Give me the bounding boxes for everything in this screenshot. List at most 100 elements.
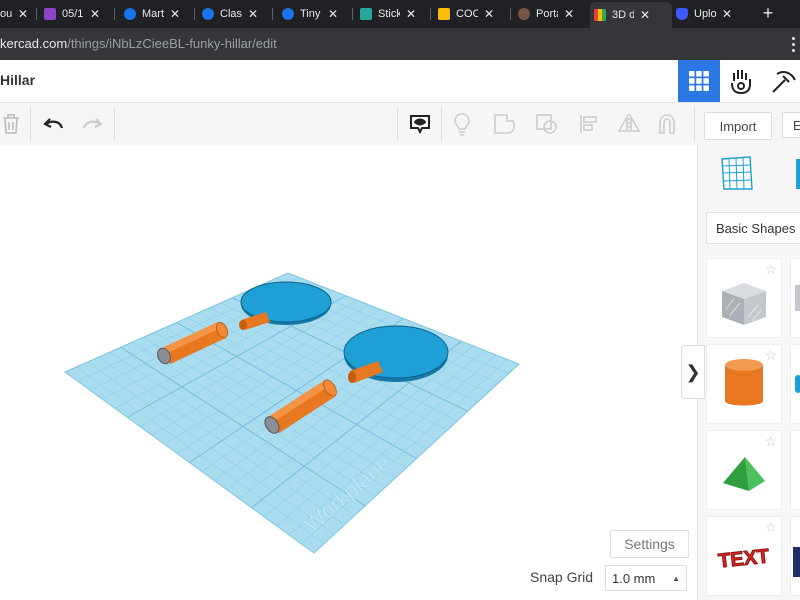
browser-tab-7[interactable]: COO ✕ (438, 4, 504, 24)
url-host: kercad.com (0, 36, 68, 51)
close-icon[interactable]: ✕ (248, 7, 258, 21)
browser-tab-1[interactable]: ou ✕ (0, 4, 34, 24)
url-text[interactable]: kercad.com/things/iNbLzCieeBL-funky-hill… (0, 36, 277, 51)
grid-view-button[interactable] (678, 60, 720, 102)
tab-title: Tiny (300, 8, 321, 20)
shape-subtract-icon (536, 114, 557, 134)
close-icon[interactable]: ✕ (640, 8, 650, 22)
align-icon (580, 115, 597, 133)
light-bulb-icon (454, 113, 470, 136)
more-icon[interactable] (792, 34, 800, 54)
browser-tab-4[interactable]: Class ✕ (202, 4, 266, 24)
close-icon[interactable]: ✕ (170, 7, 180, 21)
snap-grid-value: 1.0 mm (612, 570, 656, 586)
panel-toggle-button[interactable]: ❯ (681, 345, 705, 399)
magnet-icon (659, 114, 675, 134)
close-icon[interactable]: ✕ (564, 7, 574, 21)
light-bulb-button[interactable] (447, 109, 477, 139)
pickaxe-icon (772, 71, 796, 93)
browser-tab-active[interactable]: 3D de ✕ (590, 2, 672, 28)
tab-title: Porta (536, 8, 558, 20)
tab-title: Class (220, 8, 242, 20)
shape-cylinder-hole[interactable] (790, 344, 800, 424)
close-icon[interactable]: ✕ (90, 7, 100, 21)
redo-icon (82, 118, 103, 129)
shape-box-hole[interactable] (790, 258, 800, 338)
browser-tab-5[interactable]: Tiny ✕ (282, 4, 346, 24)
delete-button[interactable] (0, 109, 26, 139)
ruler-icon[interactable] (796, 159, 800, 189)
text-shape-icon: TEXT (717, 545, 771, 573)
shape-text[interactable]: ☆ TEXT (706, 516, 782, 596)
shape-roof[interactable]: ☆ (706, 430, 782, 510)
settings-button[interactable]: Settings (610, 530, 689, 558)
tab-title: 05/1 (62, 8, 84, 20)
import-button[interactable]: Import (704, 112, 772, 140)
close-icon[interactable]: ✕ (328, 7, 338, 21)
shape-next[interactable] (790, 430, 800, 510)
hand-button[interactable] (720, 60, 762, 102)
tab-title: COO (456, 8, 478, 20)
mirror-button[interactable] (614, 109, 644, 139)
workplane-view[interactable]: Workplane (0, 145, 697, 600)
tab-title: Mart (142, 8, 164, 20)
caret-up-icon: ▲ (672, 574, 680, 583)
tab-title: 3D de (612, 9, 634, 21)
browser-tab-10[interactable]: Uplo ✕ (676, 4, 746, 24)
align-button[interactable] (574, 109, 604, 139)
workplane-tool[interactable] (720, 155, 754, 196)
browser-tab-3[interactable]: Mart ✕ (124, 4, 188, 24)
new-tab-button[interactable]: + (758, 3, 778, 23)
3d-canvas[interactable]: Workplane Settings Snap Grid 1.0 mm ▲ (0, 145, 697, 600)
export-button[interactable]: E (782, 112, 800, 138)
ungroup-button[interactable] (532, 109, 562, 139)
workplane-grid-icon (721, 156, 753, 190)
tab-favicon (360, 8, 372, 20)
star-icon[interactable]: ☆ (764, 519, 777, 536)
box-shape-icon (722, 283, 766, 325)
url-path: /things/iNbLzCieeBL-funky-hillar/edit (67, 36, 277, 51)
group-button[interactable] (490, 109, 520, 139)
grid-icon (594, 9, 606, 21)
cloud-icon (202, 8, 214, 20)
shape-cylinder[interactable]: ☆ (706, 344, 782, 424)
browser-tab-6[interactable]: Stick ✕ (360, 4, 426, 24)
undo-icon (43, 118, 64, 129)
roof-shape-icon (723, 457, 765, 491)
shape-union-icon (494, 114, 515, 134)
design-title[interactable]: Hillar (0, 72, 35, 88)
app-header: Hillar (0, 60, 800, 103)
close-icon[interactable]: ✕ (18, 7, 28, 21)
tab-favicon (44, 8, 56, 20)
note-icon (410, 115, 430, 135)
shapes-panel: Basic Shapes ☆ ☆ ☆ ☆ TEXT (697, 145, 800, 600)
cylinder-shape-icon (725, 359, 763, 406)
snap-grid-select[interactable]: 1.0 mm ▲ (605, 565, 687, 591)
shape-box[interactable]: ☆ (706, 258, 782, 338)
text-shape-label: TEXT (717, 545, 770, 572)
tab-title: Uplo (694, 8, 716, 20)
trash-icon (3, 114, 19, 134)
browser-tab-2[interactable]: 05/1 ✕ (44, 4, 108, 24)
browser-tab-strip: ou ✕ 05/1 ✕ Mart ✕ Class ✕ Tiny ✕ Stick … (0, 0, 800, 28)
magnet-button[interactable] (652, 109, 682, 139)
mirror-icon (617, 113, 641, 134)
note-button[interactable] (405, 109, 435, 139)
tab-title: ou (0, 8, 12, 20)
close-icon[interactable]: ✕ (722, 7, 732, 21)
redo-button[interactable] (78, 109, 108, 139)
grid-view-icon (689, 71, 709, 91)
shape-next-2[interactable] (790, 516, 800, 596)
undo-button[interactable] (38, 109, 68, 139)
shape-category-select[interactable]: Basic Shapes (706, 212, 800, 244)
close-icon[interactable]: ✕ (484, 7, 494, 21)
hand-icon (731, 70, 751, 95)
edit-toolbar: Import E (0, 103, 800, 146)
heart-icon (676, 8, 688, 20)
cloud-icon (124, 8, 136, 20)
pickaxe-button[interactable] (762, 60, 800, 102)
close-icon[interactable]: ✕ (406, 7, 416, 21)
address-bar[interactable]: kercad.com/things/iNbLzCieeBL-funky-hill… (0, 28, 800, 60)
browser-tab-8[interactable]: Porta ✕ (518, 4, 584, 24)
tab-title: Stick (378, 8, 400, 20)
